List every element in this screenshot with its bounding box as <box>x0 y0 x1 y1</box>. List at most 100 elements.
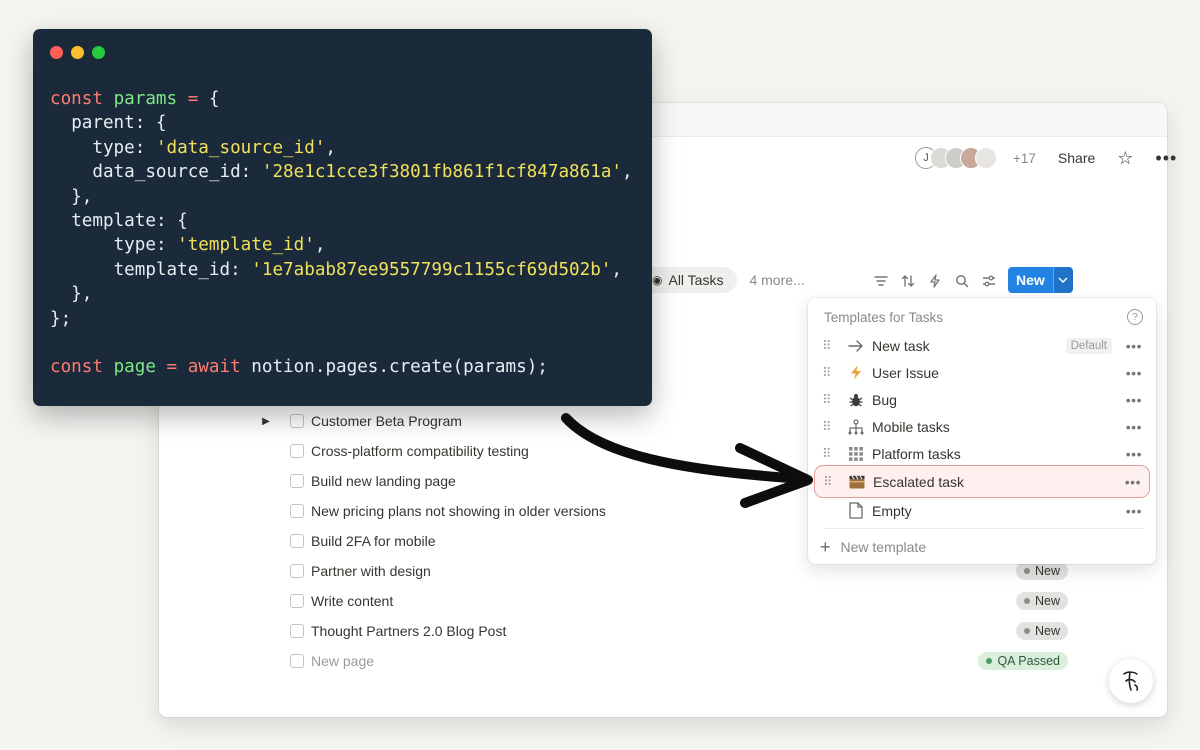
code-line: template: { <box>71 210 188 231</box>
view-icon: ◉ <box>652 273 663 287</box>
status-badge[interactable]: New <box>1015 562 1068 580</box>
more-views-link[interactable]: 4 more... <box>749 272 804 288</box>
template-item[interactable]: Empty ••• <box>814 497 1150 524</box>
more-horizontal-icon[interactable]: ••• <box>1155 148 1177 169</box>
expand-arrow-icon[interactable]: ▶ <box>259 416 273 427</box>
code-line: parent: { <box>71 113 167 134</box>
code-window: const params = { parent: { type: 'data_s… <box>33 29 652 406</box>
template-item[interactable]: ⠿ New task Default ••• <box>814 332 1150 359</box>
drag-handle-icon[interactable]: ⠿ <box>822 338 831 354</box>
task-label[interactable]: New page <box>311 653 374 669</box>
task-row[interactable]: New page QA Passed <box>259 646 1068 676</box>
template-item-label: Bug <box>872 391 897 408</box>
template-item[interactable]: ⠿ User Issue ••• <box>814 359 1150 386</box>
template-item[interactable]: ⠿ Mobile tasks ••• <box>814 413 1150 440</box>
code-line: type: 'template_id', <box>113 235 326 256</box>
lightning-icon <box>847 364 865 382</box>
task-checkbox[interactable] <box>290 594 304 608</box>
status-text: New <box>1034 594 1060 608</box>
chevron-down-icon[interactable] <box>1052 267 1073 293</box>
code-line: const page = await notion.pages.create(p… <box>50 357 548 378</box>
task-checkbox[interactable] <box>290 504 304 518</box>
database-toolbar <box>872 272 998 290</box>
code-line: }; <box>50 308 72 329</box>
task-label[interactable]: Build 2FA for mobile <box>311 533 436 549</box>
status-text: QA Passed <box>997 654 1060 668</box>
more-horizontal-icon[interactable]: ••• <box>1126 338 1142 354</box>
help-icon[interactable]: ? <box>1127 309 1143 325</box>
sort-icon[interactable] <box>899 272 917 290</box>
status-text: New <box>1034 624 1060 638</box>
arrow-right-icon <box>847 337 865 355</box>
new-button[interactable]: New <box>1008 267 1053 293</box>
task-label[interactable]: Customer Beta Program <box>311 413 462 429</box>
template-item-label: Platform tasks <box>872 445 961 462</box>
minimize-icon[interactable] <box>71 46 84 59</box>
page-icon <box>847 502 865 520</box>
settings-icon[interactable] <box>980 272 998 290</box>
task-label[interactable]: Build new landing page <box>311 473 456 489</box>
drag-handle-icon[interactable]: ⠿ <box>822 365 831 381</box>
menu-divider <box>824 528 1144 529</box>
code-line: template_id: '1e7abab87ee9557799c1155cf6… <box>113 259 623 280</box>
avatar[interactable] <box>975 147 997 169</box>
star-icon[interactable]: ☆ <box>1117 148 1133 169</box>
search-icon[interactable] <box>953 272 971 290</box>
code-line: const params = { <box>50 89 220 109</box>
template-item[interactable]: ⠿ Escalated task ••• <box>814 465 1150 498</box>
status-badge[interactable]: New <box>1015 592 1068 610</box>
task-label[interactable]: Cross-platform compatibility testing <box>311 443 529 459</box>
more-horizontal-icon[interactable]: ••• <box>1126 392 1142 408</box>
more-horizontal-icon[interactable]: ••• <box>1126 503 1142 519</box>
more-horizontal-icon[interactable]: ••• <box>1126 365 1142 381</box>
task-checkbox[interactable] <box>290 564 304 578</box>
status-badge[interactable]: New <box>1015 622 1068 640</box>
template-item[interactable]: ⠿ Platform tasks ••• <box>814 440 1150 467</box>
task-checkbox[interactable] <box>290 414 304 428</box>
template-item-label: New task <box>872 337 930 354</box>
code-line: type: 'data_source_id', <box>92 137 337 158</box>
task-row[interactable]: Thought Partners 2.0 Blog Post New <box>259 616 1068 646</box>
template-item-label: Escalated task <box>873 473 965 490</box>
task-label[interactable]: Partner with design <box>311 563 431 579</box>
template-item-label: Mobile tasks <box>872 418 950 435</box>
task-checkbox[interactable] <box>290 444 304 458</box>
drag-handle-icon[interactable]: ⠿ <box>823 474 832 490</box>
bug-icon <box>847 391 865 409</box>
maximize-icon[interactable] <box>92 46 105 59</box>
code-line: }, <box>50 186 93 207</box>
new-template-button[interactable]: + New template <box>820 536 926 558</box>
drag-handle-icon[interactable]: ⠿ <box>822 392 831 408</box>
template-item[interactable]: ⠿ Bug ••• <box>814 386 1150 413</box>
status-badge[interactable]: QA Passed <box>978 652 1068 670</box>
collaborator-count[interactable]: +17 <box>1013 151 1036 166</box>
close-icon[interactable] <box>50 46 63 59</box>
hierarchy-icon <box>847 418 865 436</box>
task-checkbox[interactable] <box>290 624 304 638</box>
status-dot-icon <box>1023 568 1030 574</box>
tab-all-tasks[interactable]: ◉ All Tasks <box>640 267 738 293</box>
task-checkbox[interactable] <box>290 474 304 488</box>
task-label[interactable]: Write content <box>311 593 393 609</box>
task-label[interactable]: Thought Partners 2.0 Blog Post <box>311 623 506 639</box>
grid-icon <box>847 445 865 463</box>
more-horizontal-icon[interactable]: ••• <box>1125 474 1141 490</box>
drag-handle-icon[interactable]: ⠿ <box>822 446 831 462</box>
more-horizontal-icon[interactable]: ••• <box>1126 419 1142 435</box>
page-header-actions: J +17 Share ☆ ••• <box>915 147 1177 169</box>
code-line: }, <box>50 284 93 305</box>
help-button[interactable] <box>1109 659 1153 703</box>
collaborator-avatars[interactable]: J <box>915 147 997 169</box>
task-checkbox[interactable] <box>290 534 304 548</box>
automation-icon[interactable] <box>926 272 944 290</box>
task-checkbox[interactable] <box>290 654 304 668</box>
status-text: New <box>1034 564 1060 578</box>
share-button[interactable]: Share <box>1058 150 1095 166</box>
clapperboard-icon <box>848 473 866 491</box>
more-horizontal-icon[interactable]: ••• <box>1126 446 1142 462</box>
code-block: const params = { parent: { type: 'data_s… <box>50 87 633 380</box>
task-label[interactable]: New pricing plans not showing in older v… <box>311 503 606 519</box>
filter-icon[interactable] <box>872 272 890 290</box>
drag-handle-icon[interactable]: ⠿ <box>822 419 831 435</box>
